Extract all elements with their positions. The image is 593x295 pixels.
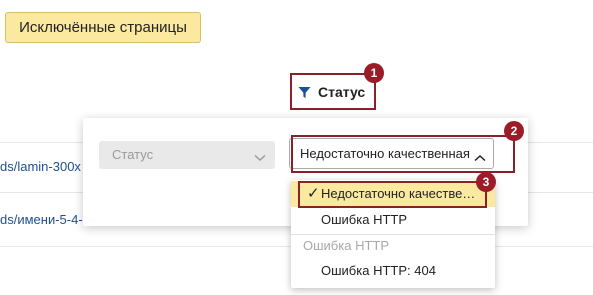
dropdown-group-label: Ошибка HTTP: [303, 238, 390, 253]
status-column-header[interactable]: Статус: [290, 73, 376, 110]
filter-field-select: Статус: [99, 141, 275, 169]
filter-value-dropdown: ✓ Недостаточно качестве… Ошибка HTTP Оши…: [291, 180, 495, 288]
excluded-pages-button[interactable]: Исключённые страницы: [5, 12, 201, 43]
funnel-icon: [298, 86, 311, 104]
annotation-badge: 3: [476, 172, 496, 192]
checkmark-icon: ✓: [307, 185, 320, 202]
status-column-title: Статус: [318, 84, 366, 100]
chevron-down-icon: [254, 149, 266, 167]
annotation-badge: 1: [364, 63, 384, 83]
dropdown-option-selected[interactable]: ✓ Недостаточно качестве…: [291, 181, 495, 207]
table-row-link[interactable]: ds/имени-5-4-: [0, 212, 83, 227]
dropdown-option-http-404[interactable]: Ошибка HTTP: 404: [291, 258, 495, 284]
chevron-up-icon: [474, 149, 486, 167]
filter-value-select[interactable]: Недостаточно качественная: [289, 138, 494, 169]
table-row-link[interactable]: ds/lamin-300x: [0, 159, 81, 174]
filter-field-value: Статус: [112, 147, 154, 162]
dropdown-option-label: Ошибка HTTP: 404: [321, 263, 436, 278]
annotation-badge: 2: [504, 121, 524, 141]
dropdown-option-http-error[interactable]: Ошибка HTTP: [291, 207, 495, 233]
dropdown-option-label: Недостаточно качестве…: [321, 186, 476, 201]
filter-value-text: Недостаточно качественная: [300, 146, 470, 161]
dropdown-divider: [291, 234, 495, 235]
dropdown-option-label: Ошибка HTTP: [321, 212, 408, 227]
